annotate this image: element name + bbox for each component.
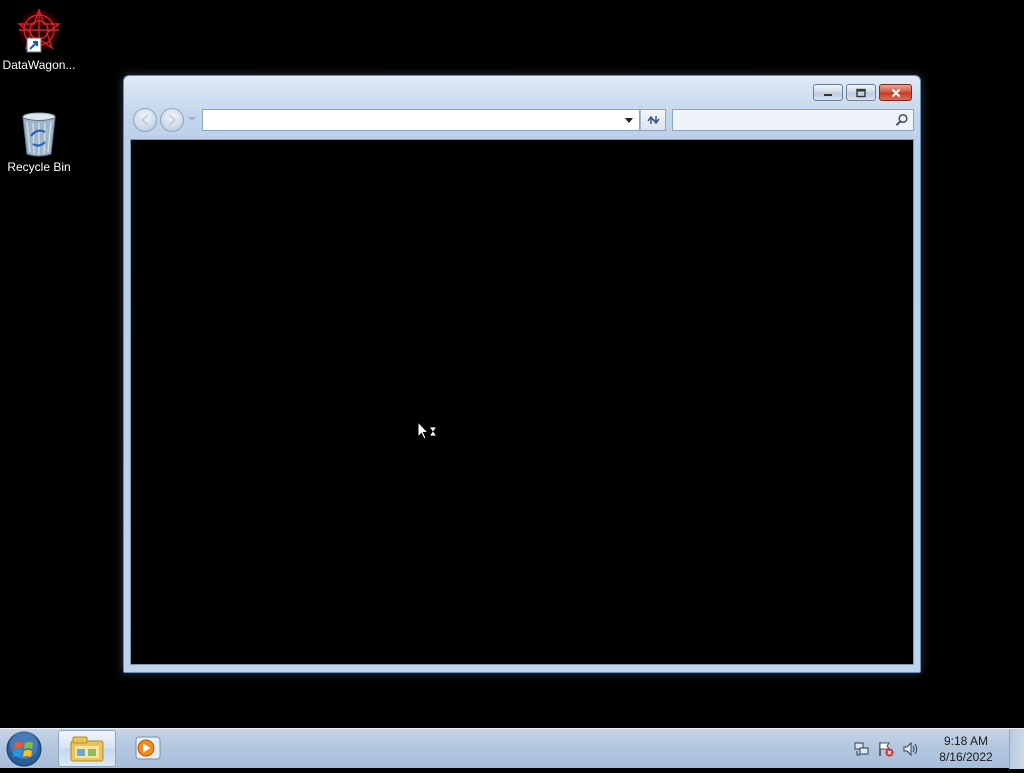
minimize-button[interactable] <box>813 84 843 101</box>
back-button[interactable] <box>133 108 157 132</box>
taskbar-item-windows-media-player[interactable] <box>122 730 172 767</box>
taskbar-item-windows-explorer[interactable] <box>58 730 116 767</box>
windows-media-player-icon <box>135 736 161 760</box>
clock-date: 8/16/2022 <box>939 750 993 764</box>
desktop-icon-label: Recycle Bin <box>7 160 71 174</box>
desktop-icon-label: DataWagon... <box>2 58 76 72</box>
datawagon-app-icon <box>16 7 62 53</box>
busy-cursor-icon <box>417 421 437 440</box>
refresh-icon <box>647 115 660 125</box>
minimize-icon <box>824 93 832 96</box>
navigation-bar <box>130 106 914 134</box>
recent-pages-dropdown-icon[interactable] <box>188 117 196 121</box>
windows-explorer-icon <box>70 736 104 762</box>
maximize-button[interactable] <box>846 84 876 101</box>
search-box[interactable] <box>672 109 914 131</box>
refresh-button[interactable] <box>640 109 666 131</box>
desktop-icon-recycle-bin[interactable]: Recycle Bin <box>0 110 78 174</box>
address-input[interactable] <box>207 112 617 128</box>
action-center-flag-icon[interactable] <box>878 741 894 757</box>
volume-icon[interactable] <box>902 741 918 757</box>
search-input[interactable] <box>677 112 887 128</box>
taskbar: 9:18 AM 8/16/2022 <box>0 728 1024 769</box>
network-icon[interactable] <box>854 741 870 757</box>
show-desktop-button[interactable] <box>1009 729 1024 769</box>
desktop: DataWagon... Recycle Bin 9:18 AM 8/16/20… <box>0 0 1024 769</box>
search-button[interactable] <box>895 113 909 127</box>
back-arrow-icon <box>140 114 149 126</box>
forward-button[interactable] <box>160 108 184 132</box>
close-button[interactable] <box>879 84 912 101</box>
maximize-icon <box>856 88 866 97</box>
forward-arrow-icon <box>168 114 177 126</box>
window-content-pane[interactable] <box>130 139 914 665</box>
start-button[interactable] <box>4 730 48 768</box>
recycle-bin-icon <box>22 112 56 157</box>
address-dropdown-button[interactable] <box>619 110 639 130</box>
address-bar[interactable] <box>202 109 640 131</box>
close-icon <box>891 88 900 97</box>
clock-time: 9:18 AM <box>943 734 989 748</box>
explorer-window[interactable] <box>123 75 921 673</box>
windows-start-orb-icon <box>6 731 42 767</box>
system-clock[interactable]: 9:18 AM 8/16/2022 <box>934 733 998 765</box>
notification-area: 9:18 AM 8/16/2022 <box>846 729 998 769</box>
search-icon <box>895 113 908 126</box>
desktop-icon-datawagon[interactable]: DataWagon... <box>0 6 78 72</box>
caption-buttons <box>810 84 912 102</box>
